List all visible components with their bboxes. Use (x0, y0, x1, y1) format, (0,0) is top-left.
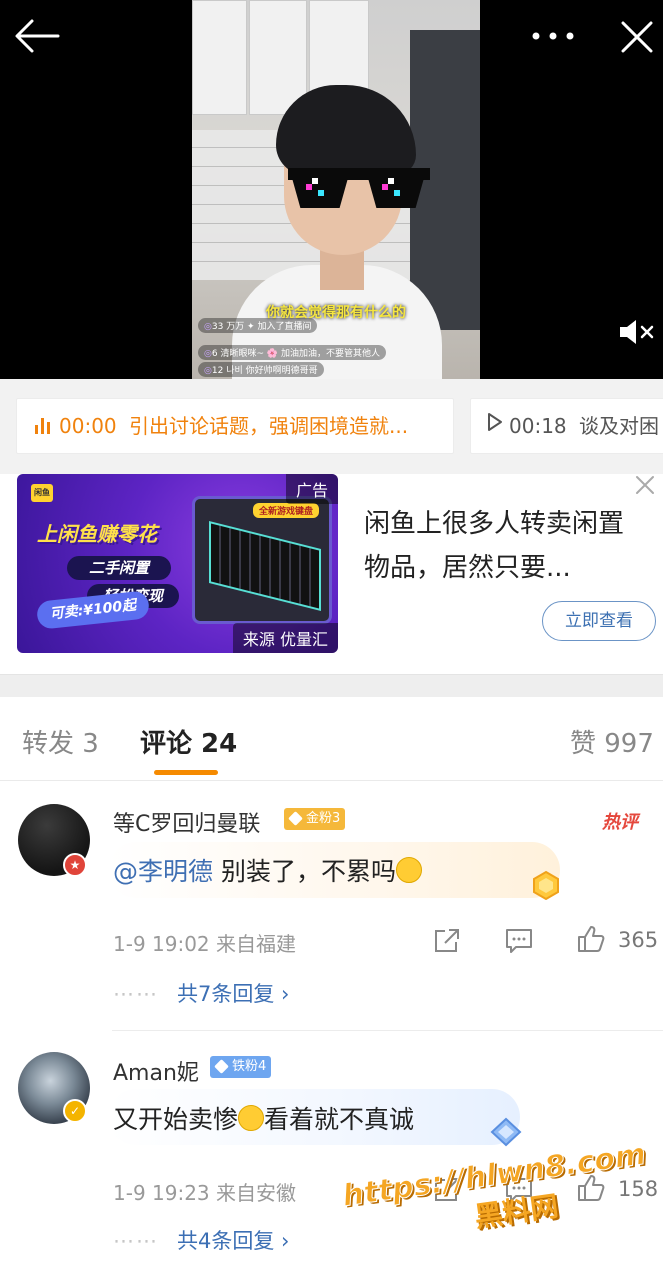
gold-medal-icon (526, 870, 566, 901)
pixel-sunglasses (288, 168, 430, 212)
ad-close-icon[interactable] (634, 474, 656, 502)
live-message: ◎6 清晰眼咪~ 🌸 加油加油，不要管其他人 (198, 345, 386, 360)
tab-repost[interactable]: 转发 3 (22, 723, 99, 760)
ad-title[interactable]: 闲鱼上很多人转卖闲置物品，居然只要... (364, 502, 634, 590)
comment-username[interactable]: Aman妮 (113, 1055, 199, 1087)
back-arrow-icon[interactable] (12, 18, 60, 58)
chapter-item[interactable]: 00:18 谈及对困 (470, 398, 663, 454)
chapter-bar: 00:00 引出讨论话题，强调困境造就... 00:18 谈及对困 (0, 379, 663, 474)
verified-yellow-icon: ✓ (63, 1099, 87, 1123)
xianyu-logo: 闲鱼 (31, 484, 53, 502)
laughing-crying-emoji-icon (238, 1105, 265, 1131)
comment-text[interactable]: 又开始卖惨 看着就不真诚 (113, 1100, 414, 1136)
chapter-item-active[interactable]: 00:00 引出讨论话题，强调困境造就... (16, 398, 454, 454)
like-count: 365 (618, 928, 659, 952)
comment-text[interactable]: @李明德 别装了，不累吗 (113, 852, 422, 888)
app-root: 你就会觉得那有什么的 ◎33 万万 ✦ 加入了直播间 ◎6 清晰眼咪~ 🌸 加油… (0, 0, 663, 1280)
mention-link[interactable]: @李明德 (113, 857, 213, 886)
comment-username[interactable]: 等C罗回归曼联 (113, 806, 260, 838)
comment-item: ★ 等C罗回归曼联 金粉3 热评 @李明德 别装了，不累吗 1-9 19:02 … (0, 782, 663, 1030)
comment-meta: 1-9 19:23 来自安徽 (113, 1181, 297, 1205)
playing-bars-icon (35, 416, 53, 434)
video-player[interactable]: 你就会觉得那有什么的 ◎33 万万 ✦ 加入了直播间 ◎6 清晰眼咪~ 🌸 加油… (0, 0, 663, 379)
laughing-crying-emoji-icon (395, 857, 422, 883)
fan-badge-gold: 金粉3 (284, 808, 346, 830)
view-replies-link[interactable]: ⋯⋯ 共7条回复 › (113, 978, 289, 1008)
comment-icon[interactable] (504, 927, 534, 955)
tab-active-indicator (154, 770, 218, 775)
mute-speaker-icon[interactable] (618, 318, 658, 346)
tab-like[interactable]: 赞 997 (570, 723, 654, 760)
keyboard-image: 全新游戏键盘 (192, 496, 332, 624)
tab-bar: 转发 3 评论 24 赞 997 (0, 697, 663, 781)
ad-card[interactable]: 闲鱼 上闲鱼赚零花 二手闲置 轻松变现 可卖:¥100起 全新游戏键盘 广告 来… (0, 474, 663, 674)
fan-badge-iron: 铁粉4 (210, 1056, 272, 1078)
share-icon[interactable] (432, 927, 462, 955)
more-dots-icon[interactable] (530, 26, 576, 50)
play-icon (487, 399, 503, 452)
ad-view-button[interactable]: 立即查看 (542, 601, 656, 641)
ad-source: 来源 优量汇 (232, 623, 338, 653)
tab-comment[interactable]: 评论 24 (140, 723, 237, 760)
view-replies-link[interactable]: ⋯⋯ 共4条回复 › (113, 1225, 289, 1255)
live-message: ◎33 万万 ✦ 加入了直播间 (198, 318, 318, 333)
video-frame: 你就会觉得那有什么的 ◎33 万万 ✦ 加入了直播间 ◎6 清晰眼咪~ 🌸 加油… (192, 0, 480, 379)
live-message: ◎12 나비 你好帅啊明德哥哥 (198, 362, 324, 377)
section-divider (0, 674, 663, 697)
hot-comment-badge: 热评 (602, 812, 638, 833)
comment-meta: 1-9 19:02 来自福建 (113, 932, 297, 956)
ad-image[interactable]: 闲鱼 上闲鱼赚零花 二手闲置 轻松变现 可卖:¥100起 全新游戏键盘 广告 来… (17, 474, 338, 653)
close-icon[interactable] (620, 20, 654, 58)
verified-red-icon: ★ (63, 853, 87, 877)
like-thumb-icon[interactable] (576, 925, 606, 953)
blue-diamond-icon (486, 1117, 526, 1147)
ad-label: 广告 (285, 474, 338, 504)
